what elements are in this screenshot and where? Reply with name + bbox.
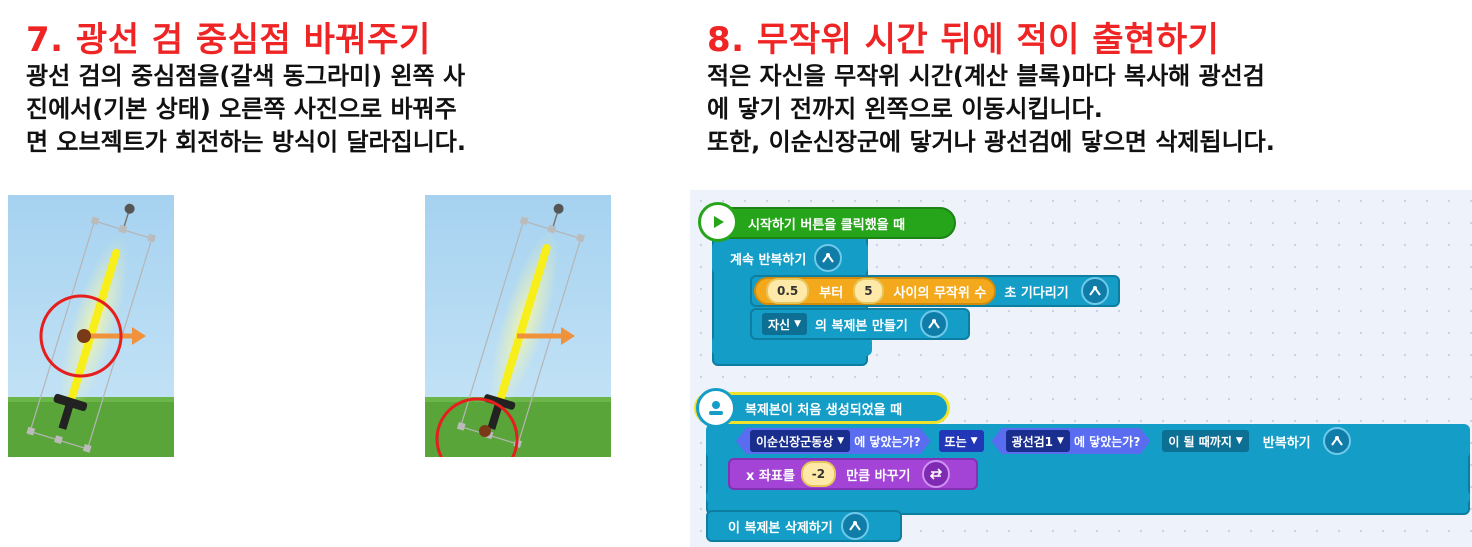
description-line: 에 닿기 전까지 왼쪽으로 이동시킵니다. — [707, 95, 1103, 123]
repeat-until-footer — [706, 488, 1470, 506]
change-x-label: x 좌표를 — [746, 468, 795, 484]
condition-1-target-dropdown[interactable]: 이순신장군동상 ▼ — [750, 430, 850, 452]
description-line: 면 오브젝트가 회전하는 방식이 달라집니다. — [26, 128, 466, 156]
condition-2-label: 에 닿았는가? — [1073, 434, 1141, 449]
clone-block-icon[interactable] — [919, 310, 948, 338]
create-clone-label: 의 복제본 만들기 — [815, 318, 908, 334]
clone-target-dropdown[interactable]: 자신 ▼ — [762, 313, 808, 335]
random-from-value[interactable]: 0.5 — [766, 278, 810, 304]
chevron-down-icon: ▼ — [1235, 436, 1243, 446]
random-suffix-label: 사이의 무작위 수 — [893, 285, 987, 301]
or-operator-dropdown[interactable]: 또는 ▼ — [938, 430, 984, 452]
touching-condition-2[interactable]: 광선검1 ▼ 에 닿았는가? — [992, 428, 1151, 454]
description-line: 광선 검의 중심점을(갈색 동그라미) 왼쪽 사 — [26, 62, 466, 90]
section-7-description: 광선 검의 중심점을(갈색 동그라미) 왼쪽 사 진에서(기본 상태) 오른쪽 … — [26, 60, 466, 159]
condition-1-target-label: 이순신장군동상 — [756, 434, 834, 449]
delete-block-icon[interactable] — [840, 512, 869, 540]
create-clone-block[interactable]: 자신 ▼ 의 복제본 만들기 — [750, 308, 970, 340]
chevron-down-icon: ▼ — [970, 436, 978, 446]
description-line: 진에서(기본 상태) 오른쪽 사진으로 바꿔주 — [26, 95, 457, 123]
change-x-suffix-label: 만큼 바꾸기 — [846, 468, 911, 484]
clone-target-label: 자신 — [768, 317, 791, 332]
repeat-until-header[interactable]: 이순신장군동상 ▼ 에 닿았는가? 또는 ▼ 광선검1 ▼ 에 닿았는가? 이 될 때… — [706, 424, 1470, 458]
condition-2-target-dropdown[interactable]: 광선검1 ▼ — [1006, 430, 1070, 452]
wait-random-block[interactable]: 0.5 부터 5 사이의 무작위 수 초 기다리기 — [750, 275, 1120, 307]
start-event-block[interactable]: 시작하기 버튼을 클릭했을 때 — [700, 207, 956, 239]
person-icon — [696, 388, 736, 428]
forever-loop-header[interactable]: 계속 반복하기 — [712, 242, 868, 274]
condition-1-label: 에 닿았는가? — [854, 434, 921, 449]
change-x-value[interactable]: -2 — [800, 461, 837, 487]
random-from-label: 부터 — [819, 285, 844, 301]
section-8-description: 적은 자신을 무작위 시간(계산 블록)마다 복사해 광선검 에 닿기 전까지 … — [707, 60, 1275, 159]
repeat-suffix-label: 반복하기 — [1262, 435, 1311, 451]
until-dropdown[interactable]: 이 될 때까지 ▼ — [1162, 430, 1249, 452]
block-code-workspace[interactable]: 계속 반복하기 시작하기 버튼을 클릭했을 때 0.5 부터 5 사이의 무작위… — [690, 190, 1472, 547]
chevron-down-icon: ▼ — [837, 436, 845, 446]
chevron-down-icon: ▼ — [794, 319, 802, 329]
description-line: 또한, 이순신장군에 닿거나 광선검에 닿으면 삭제됩니다. — [707, 128, 1275, 156]
or-operator-label: 또는 — [944, 434, 967, 449]
section-7-title: 7. 광선 검 중심점 바꿔주기 — [26, 20, 431, 60]
lightsaber-default-center-screenshot — [8, 195, 174, 457]
clone-created-event-label: 복제본이 처음 생성되었을 때 — [745, 402, 903, 418]
delete-clone-label: 이 복제본 삭제하기 — [728, 520, 833, 536]
play-icon — [698, 202, 738, 242]
forever-loop-label: 계속 반복하기 — [730, 252, 807, 268]
condition-2-target-label: 광선검1 — [1011, 434, 1054, 449]
touching-condition-1[interactable]: 이순신장군동상 ▼ 에 닿았는가? — [736, 428, 931, 454]
section-8-title: 8. 무작위 시간 뒤에 적이 출현하기 — [707, 20, 1220, 60]
description-line: 적은 자신을 무작위 시간(계산 블록)마다 복사해 광선검 — [707, 62, 1265, 90]
random-number-block[interactable]: 0.5 부터 5 사이의 무작위 수 — [754, 277, 997, 305]
random-to-value[interactable]: 5 — [853, 278, 884, 304]
wait-suffix-label: 초 기다리기 — [1004, 285, 1069, 301]
until-label: 이 될 때까지 — [1168, 434, 1232, 449]
lightsaber-changed-center-screenshot — [425, 195, 611, 457]
move-block-icon[interactable] — [922, 460, 951, 488]
delete-clone-block[interactable]: 이 복제본 삭제하기 — [706, 510, 902, 542]
repeat-block-icon[interactable] — [1322, 427, 1351, 455]
wait-block-icon[interactable] — [1080, 277, 1109, 305]
change-x-block[interactable]: x 좌표를 -2 만큼 바꾸기 — [728, 458, 978, 490]
start-event-label: 시작하기 버튼을 클릭했을 때 — [748, 217, 906, 233]
loop-toggle-icon[interactable] — [814, 244, 843, 272]
chevron-down-icon: ▼ — [1057, 436, 1064, 446]
